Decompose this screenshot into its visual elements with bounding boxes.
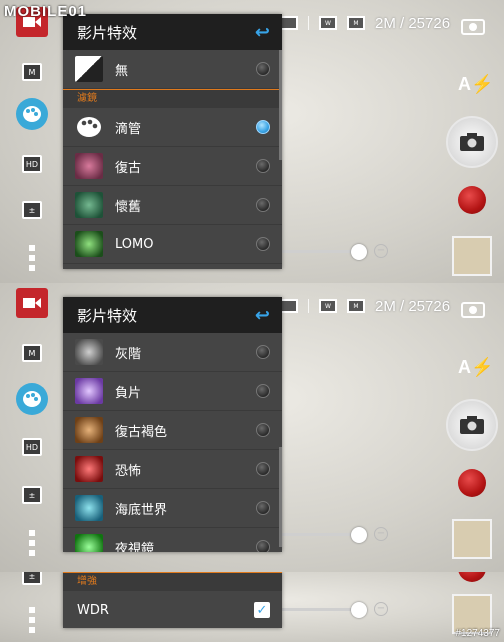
effect-label: 海底世界 bbox=[115, 502, 168, 518]
shutter-button[interactable] bbox=[446, 399, 498, 451]
effects-palette-icon[interactable] bbox=[16, 383, 48, 415]
effect-item-underwater[interactable]: 海底世界 bbox=[63, 489, 282, 528]
radio-button-selected[interactable] bbox=[256, 120, 270, 134]
effect-item-horror[interactable]: 恐怖 bbox=[63, 450, 282, 489]
tree-thumbnail-icon bbox=[75, 153, 103, 179]
wdr-checkbox[interactable]: ✓ bbox=[254, 602, 270, 618]
radio-button[interactable] bbox=[256, 384, 270, 398]
effect-item-none[interactable]: 無 bbox=[63, 50, 282, 89]
effect-item-grayscale[interactable]: 灰階 bbox=[63, 333, 282, 372]
effect-label: 滴管 bbox=[115, 121, 142, 137]
flash-status-icon bbox=[280, 16, 298, 30]
back-icon[interactable]: ↩ bbox=[255, 305, 270, 326]
menu-header: 影片特效 ↩ bbox=[63, 297, 282, 333]
record-button[interactable] bbox=[458, 186, 486, 214]
radio-button[interactable] bbox=[256, 237, 270, 251]
radio-button[interactable] bbox=[256, 345, 270, 359]
wb-status-icon: W bbox=[319, 16, 337, 30]
scene-status-icon: M bbox=[347, 299, 365, 313]
scene-mode-icon[interactable]: M bbox=[16, 339, 48, 367]
status-bar: W M 2M / 25726 bbox=[280, 12, 450, 34]
gallery-thumbnail[interactable] bbox=[452, 519, 492, 559]
tree-thumbnail-icon bbox=[75, 534, 103, 552]
switch-camera-icon[interactable] bbox=[456, 14, 490, 40]
image-id-label: #1274377 bbox=[455, 628, 501, 639]
effect-item-eyedropper[interactable]: 滴管 bbox=[63, 108, 282, 147]
effect-item-night-vision[interactable]: 夜視鏡 bbox=[63, 528, 282, 552]
effect-label: 復古褐色 bbox=[115, 424, 168, 440]
scrollbar[interactable] bbox=[279, 447, 282, 547]
watermark-logo: MOBILE01 bbox=[4, 3, 88, 20]
camera-screen-1: M HD ± W M 2M / 25726 A⚡ −− 影片特效 ↩ 無 濾鏡 bbox=[0, 0, 504, 283]
tree-thumbnail-icon bbox=[75, 378, 103, 404]
effect-label: 復古 bbox=[115, 160, 142, 176]
effect-label: 恐怖 bbox=[115, 463, 142, 479]
effect-item-sepia[interactable]: 復古褐色 bbox=[63, 411, 282, 450]
effects-menu: 影片特效 ↩ 無 濾鏡 滴管 復古 懷舊 LOMO bbox=[63, 14, 282, 269]
more-settings-icon[interactable] bbox=[16, 244, 48, 272]
effect-label: 灰階 bbox=[115, 346, 142, 362]
camera-screen-2: M HD ± W M 2M / 25726 A⚡ −− 影片特效 ↩ 灰階 bbox=[0, 283, 504, 572]
radio-button[interactable] bbox=[256, 198, 270, 212]
flash-status-icon bbox=[280, 299, 298, 313]
effect-label: 夜視鏡 bbox=[115, 541, 155, 553]
scene-status-icon: M bbox=[347, 16, 365, 30]
effect-label: 負片 bbox=[115, 385, 142, 401]
section-header-filter: 濾鏡 bbox=[63, 89, 282, 108]
scrollbar[interactable] bbox=[279, 50, 282, 160]
record-button[interactable] bbox=[458, 469, 486, 497]
radio-button[interactable] bbox=[256, 462, 270, 476]
shutter-button[interactable] bbox=[446, 116, 498, 168]
tree-thumbnail-icon bbox=[75, 231, 103, 257]
effect-item-lomo[interactable]: LOMO bbox=[63, 225, 282, 264]
camera-screen-3: ± −− 增強 WDR ✓ #1274377 bbox=[0, 572, 504, 642]
resolution-count: 2M / 25726 bbox=[375, 14, 451, 32]
menu-header: 影片特效 ↩ bbox=[63, 14, 282, 50]
effect-item-vintage[interactable]: 復古 bbox=[63, 147, 282, 186]
exposure-icon[interactable]: ± bbox=[16, 196, 48, 224]
status-bar: W M 2M / 25726 bbox=[280, 295, 450, 317]
effect-item-negative[interactable]: 負片 bbox=[63, 372, 282, 411]
menu-title: 影片特效 bbox=[77, 23, 138, 42]
back-icon[interactable]: ↩ bbox=[255, 22, 270, 43]
radio-button[interactable] bbox=[256, 423, 270, 437]
effect-label: LOMO bbox=[115, 236, 154, 252]
auto-mode-icon[interactable]: A⚡ bbox=[458, 357, 493, 378]
radio-button[interactable] bbox=[256, 62, 270, 76]
radio-button[interactable] bbox=[256, 159, 270, 173]
palette-icon bbox=[75, 114, 103, 140]
tree-thumbnail-icon bbox=[75, 339, 103, 365]
scene-mode-icon[interactable]: M bbox=[16, 58, 48, 86]
auto-mode-icon[interactable]: A⚡ bbox=[458, 74, 493, 95]
none-effect-icon bbox=[75, 56, 103, 82]
wdr-item[interactable]: WDR ✓ bbox=[63, 591, 282, 628]
tree-thumbnail-icon bbox=[75, 495, 103, 521]
record-button[interactable] bbox=[458, 572, 486, 582]
video-quality-icon[interactable]: HD bbox=[16, 433, 48, 461]
effect-label: 無 bbox=[115, 63, 129, 79]
wb-status-icon: W bbox=[319, 299, 337, 313]
radio-button[interactable] bbox=[256, 540, 270, 552]
tree-thumbnail-icon bbox=[75, 456, 103, 482]
video-mode-icon[interactable] bbox=[16, 288, 48, 318]
radio-button[interactable] bbox=[256, 501, 270, 515]
effects-menu: 影片特效 ↩ 灰階 負片 復古褐色 恐怖 海底世界 夜視鏡 bbox=[63, 297, 282, 552]
tree-thumbnail-icon bbox=[75, 417, 103, 443]
effects-palette-icon[interactable] bbox=[16, 98, 48, 130]
video-quality-icon[interactable]: HD bbox=[16, 150, 48, 178]
effect-item-nostalgia[interactable]: 懷舊 bbox=[63, 186, 282, 225]
exposure-icon[interactable]: ± bbox=[16, 481, 48, 509]
wdr-label: WDR bbox=[77, 602, 109, 618]
menu-title: 影片特效 bbox=[77, 306, 138, 325]
exposure-icon[interactable]: ± bbox=[16, 572, 48, 590]
more-settings-icon[interactable] bbox=[16, 529, 48, 557]
effects-menu: 增強 WDR ✓ bbox=[63, 572, 282, 628]
resolution-count: 2M / 25726 bbox=[375, 297, 451, 315]
switch-camera-icon[interactable] bbox=[456, 297, 490, 323]
more-settings-icon[interactable] bbox=[16, 606, 48, 634]
gallery-thumbnail[interactable] bbox=[452, 236, 492, 276]
effect-label: 懷舊 bbox=[115, 199, 142, 215]
section-header-enhance: 增強 bbox=[63, 572, 282, 591]
tree-thumbnail-icon bbox=[75, 192, 103, 218]
